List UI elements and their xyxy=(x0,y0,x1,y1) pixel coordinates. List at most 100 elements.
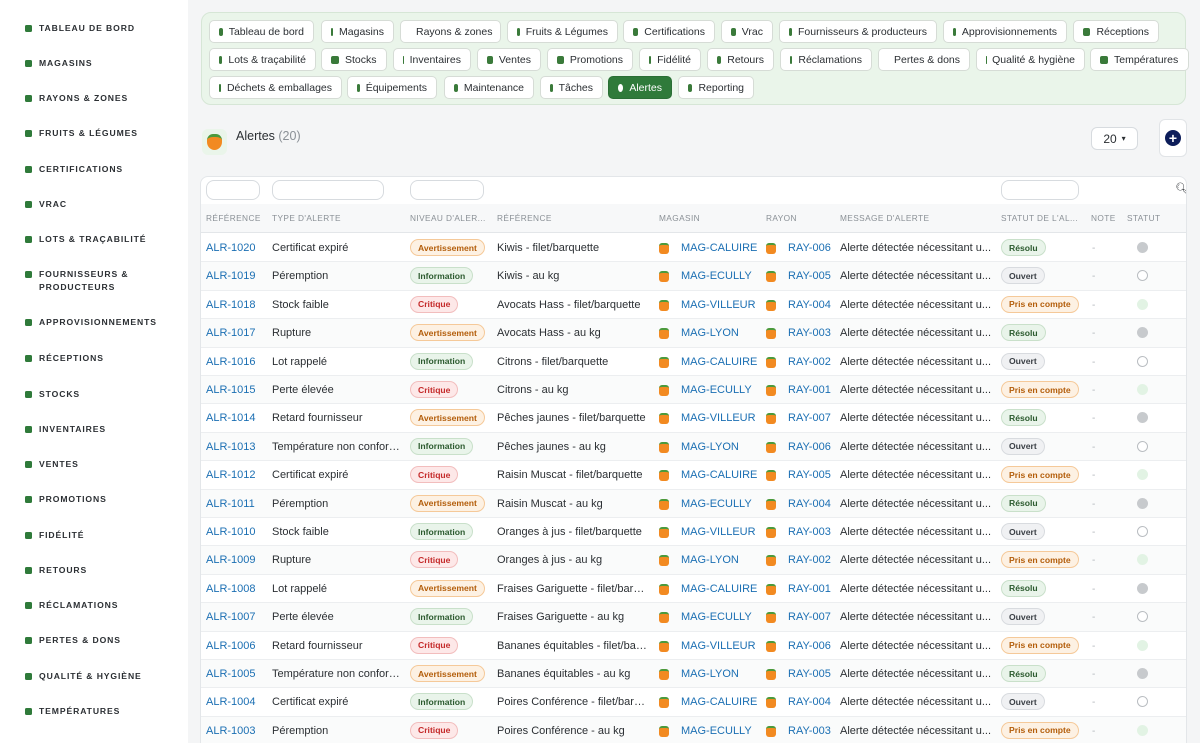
alert-reference-link[interactable]: ALR-1020 xyxy=(206,242,256,254)
column-header[interactable]: RÉFÉRENCE xyxy=(497,213,552,223)
shelf-link[interactable]: RAY-005 xyxy=(788,270,831,282)
nav-pill-20[interactable]: Déchets & emballages xyxy=(209,76,342,99)
sidebar-item-0[interactable]: TABLEAU DE BORD xyxy=(24,22,184,35)
table-row[interactable]: ALR-1007 Perte élevée Information Fraises G… xyxy=(201,603,1186,632)
alert-reference-link[interactable]: ALR-1006 xyxy=(206,640,256,652)
column-header[interactable]: RÉFÉRENCE xyxy=(206,213,261,223)
table-row[interactable]: ALR-1010 Stock faible Information Oranges à… xyxy=(201,518,1186,547)
table-row[interactable]: ALR-1003 Péremption Critique Poires Confére… xyxy=(201,716,1186,743)
shelf-link[interactable]: RAY-007 xyxy=(788,611,831,623)
store-link[interactable]: MAG-CALUIRE xyxy=(681,356,757,368)
alert-reference-link[interactable]: ALR-1014 xyxy=(206,412,256,424)
store-link[interactable]: MAG-CALUIRE xyxy=(681,242,757,254)
sidebar-item-11[interactable]: INVENTAIRES xyxy=(24,423,184,436)
alert-reference-link[interactable]: ALR-1008 xyxy=(206,583,256,595)
store-link[interactable]: MAG-ECULLY xyxy=(681,270,752,282)
alert-reference-link[interactable]: ALR-1018 xyxy=(206,299,256,311)
nav-pill-23[interactable]: Tâches xyxy=(540,76,603,99)
table-row[interactable]: ALR-1019 Péremption Information Kiwis - au … xyxy=(201,262,1186,291)
alert-reference-link[interactable]: ALR-1007 xyxy=(206,611,256,623)
table-row[interactable]: ALR-1014 Retard fournisseur Avertissement P… xyxy=(201,404,1186,433)
sidebar-item-9[interactable]: RÉCEPTIONS xyxy=(24,352,184,365)
table-row[interactable]: ALR-1004 Certificat expiré Information Poir… xyxy=(201,688,1186,717)
nav-pill-17[interactable]: Pertes & dons xyxy=(878,48,970,71)
nav-pill-6[interactable]: Fournisseurs & producteurs xyxy=(779,20,937,43)
alert-reference-link[interactable]: ALR-1013 xyxy=(206,441,256,453)
table-row[interactable]: ALR-1012 Certificat expiré Critique Raisin … xyxy=(201,461,1186,490)
store-link[interactable]: MAG-CALUIRE xyxy=(681,469,757,481)
filter-input-reference[interactable] xyxy=(206,180,260,200)
nav-pill-1[interactable]: Magasins xyxy=(321,20,394,43)
column-header[interactable]: STATUT xyxy=(1127,213,1160,223)
table-row[interactable]: ALR-1005 Température non conforme Avertiss… xyxy=(201,660,1186,689)
store-link[interactable]: MAG-ECULLY xyxy=(681,498,752,510)
alert-reference-link[interactable]: ALR-1017 xyxy=(206,327,256,339)
per-page-select[interactable]: 20 ▾ xyxy=(1091,127,1138,150)
table-row[interactable]: ALR-1013 Température non conforme Informat… xyxy=(201,432,1186,462)
search-icon[interactable]: 🔍︎ xyxy=(1175,182,1186,195)
add-alert-button[interactable]: + xyxy=(1159,119,1187,157)
alert-reference-link[interactable]: ALR-1019 xyxy=(206,270,256,282)
store-link[interactable]: MAG-VILLEUR xyxy=(681,526,756,538)
nav-pill-24[interactable]: Alertes xyxy=(608,76,672,99)
table-row[interactable]: ALR-1017 Rupture Avertissement Avocats Hass… xyxy=(201,319,1186,348)
nav-pill-0[interactable]: Tableau de bord xyxy=(209,20,314,43)
sidebar-item-2[interactable]: RAYONS & ZONES xyxy=(24,92,184,105)
shelf-link[interactable]: RAY-003 xyxy=(788,526,831,538)
shelf-link[interactable]: RAY-005 xyxy=(788,469,831,481)
nav-pill-5[interactable]: Vrac xyxy=(721,20,773,43)
store-link[interactable]: MAG-LYON xyxy=(681,327,739,339)
sidebar-item-8[interactable]: APPROVISIONNEMENTS xyxy=(24,316,184,329)
table-row[interactable]: ALR-1006 Retard fournisseur Critique Banane… xyxy=(201,632,1186,660)
store-link[interactable]: MAG-LYON xyxy=(681,554,739,566)
shelf-link[interactable]: RAY-002 xyxy=(788,356,831,368)
table-row[interactable]: ALR-1008 Lot rappelé Avertissement Fraises … xyxy=(201,575,1186,604)
nav-pill-4[interactable]: Certifications xyxy=(623,20,715,43)
store-link[interactable]: MAG-VILLEUR xyxy=(681,412,756,424)
alert-reference-link[interactable]: ALR-1010 xyxy=(206,526,256,538)
sidebar-item-4[interactable]: CERTIFICATIONS xyxy=(24,163,184,176)
sidebar-item-7[interactable]: FOURNISSEURS & PRODUCTEURS xyxy=(24,268,184,294)
shelf-link[interactable]: RAY-001 xyxy=(788,384,831,396)
sidebar-item-6[interactable]: LOTS & TRAÇABILITÉ xyxy=(24,233,184,246)
shelf-link[interactable]: RAY-006 xyxy=(788,640,831,652)
alert-reference-link[interactable]: ALR-1012 xyxy=(206,469,256,481)
store-link[interactable]: MAG-ECULLY xyxy=(681,611,752,623)
column-header[interactable]: RAYON xyxy=(766,213,797,223)
store-link[interactable]: MAG-LYON xyxy=(681,668,739,680)
sidebar-item-14[interactable]: FIDÉLITÉ xyxy=(24,529,184,542)
sidebar-item-17[interactable]: PERTES & DONS xyxy=(24,634,184,647)
sidebar-item-5[interactable]: VRAC xyxy=(24,198,184,211)
nav-pill-12[interactable]: Ventes xyxy=(477,48,541,71)
nav-pill-13[interactable]: Promotions xyxy=(547,48,633,71)
store-link[interactable]: MAG-ECULLY xyxy=(681,725,752,737)
shelf-link[interactable]: RAY-004 xyxy=(788,299,831,311)
shelf-link[interactable]: RAY-006 xyxy=(788,242,831,254)
alert-reference-link[interactable]: ALR-1003 xyxy=(206,725,256,737)
nav-pill-11[interactable]: Inventaires xyxy=(393,48,471,71)
sidebar-item-16[interactable]: RÉCLAMATIONS xyxy=(24,599,184,612)
shelf-link[interactable]: RAY-004 xyxy=(788,696,831,708)
column-header[interactable]: MESSAGE D'ALERTE xyxy=(840,213,929,223)
store-link[interactable]: MAG-CALUIRE xyxy=(681,696,757,708)
sidebar-item-13[interactable]: PROMOTIONS xyxy=(24,493,184,506)
nav-pill-19[interactable]: Températures xyxy=(1090,48,1189,71)
table-row[interactable]: ALR-1018 Stock faible Critique Avocats Hass… xyxy=(201,291,1186,320)
column-header[interactable]: TYPE D'ALERTE xyxy=(272,213,341,223)
nav-pill-25[interactable]: Reporting xyxy=(678,76,754,99)
column-header[interactable]: NIVEAU D'ALER... xyxy=(410,213,486,223)
nav-pill-2[interactable]: Rayons & zones xyxy=(400,20,501,43)
column-header[interactable]: STATUT DE L'AL... xyxy=(1001,213,1078,223)
sidebar-item-10[interactable]: STOCKS xyxy=(24,388,184,401)
filter-input-type[interactable] xyxy=(272,180,384,200)
sidebar-item-3[interactable]: FRUITS & LÉGUMES xyxy=(24,127,184,140)
nav-pill-10[interactable]: Stocks xyxy=(321,48,387,71)
table-row[interactable]: ALR-1009 Rupture Critique Oranges à jus - a… xyxy=(201,546,1186,575)
sidebar-item-19[interactable]: TEMPÉRATURES xyxy=(24,705,184,718)
store-link[interactable]: MAG-VILLEUR xyxy=(681,299,756,311)
column-header[interactable]: MAGASIN xyxy=(659,213,700,223)
shelf-link[interactable]: RAY-006 xyxy=(788,441,831,453)
sidebar-item-18[interactable]: QUALITÉ & HYGIÈNE xyxy=(24,670,184,683)
nav-pill-9[interactable]: Lots & traçabilité xyxy=(209,48,316,71)
shelf-link[interactable]: RAY-007 xyxy=(788,412,831,424)
